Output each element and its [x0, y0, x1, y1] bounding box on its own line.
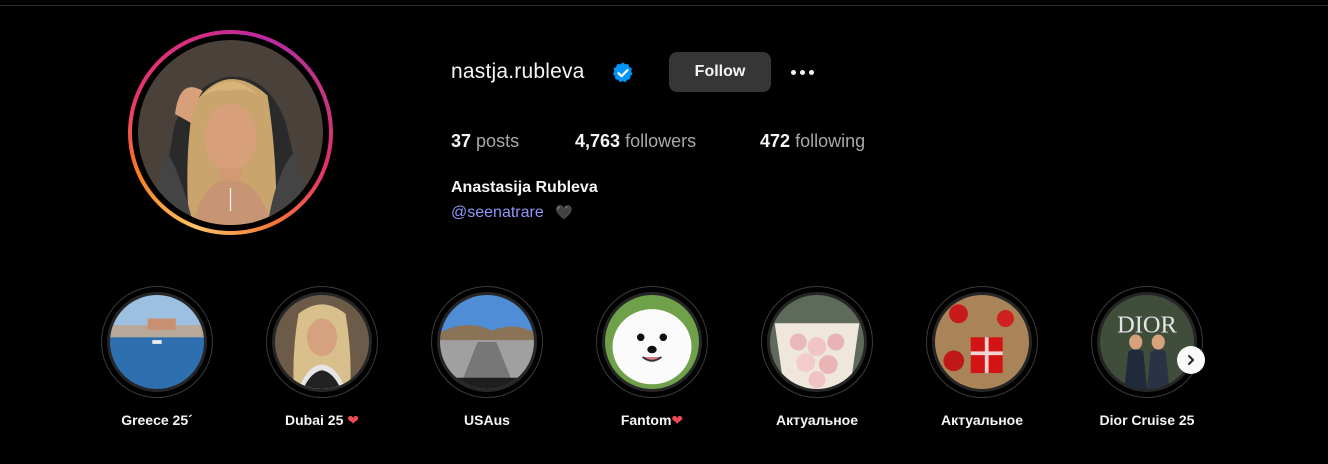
- highlight-label: Dubai 25 ❤: [285, 412, 359, 428]
- highlight-cover: [926, 286, 1038, 398]
- highlight-label: Fantom❤: [620, 412, 684, 428]
- highlight-label: Актуальное: [775, 412, 858, 428]
- full-name: Anastasija Rubleva: [451, 179, 598, 196]
- top-divider: [0, 5, 1328, 6]
- dior-logo-text: DIOR: [1117, 312, 1177, 339]
- highlight-cover: [266, 286, 378, 398]
- highlight-cover: [431, 286, 543, 398]
- verified-badge-icon: [612, 62, 633, 83]
- followers-label: followers: [625, 131, 697, 151]
- highlight-label: Актуальное: [940, 412, 1023, 428]
- highlight-item[interactable]: Актуальное: [725, 286, 875, 436]
- profile-avatar[interactable]: [128, 30, 333, 235]
- posts-label: posts: [476, 131, 520, 151]
- following-stat[interactable]: 472 following: [760, 131, 865, 152]
- highlight-label: Greece 25´: [121, 412, 193, 428]
- highlight-cover: [596, 286, 708, 398]
- avatar-image: [138, 40, 323, 225]
- highlight-cover: [761, 286, 873, 398]
- highlight-item[interactable]: Dubai 25 ❤: [230, 286, 380, 436]
- highlight-label: USAus: [464, 412, 510, 428]
- chevron-right-icon[interactable]: [1177, 346, 1205, 374]
- posts-stat: 37 posts: [451, 131, 519, 152]
- highlight-label: Dior Cruise 25: [1099, 412, 1195, 428]
- highlight-item[interactable]: USAus: [395, 286, 545, 436]
- more-options-icon[interactable]: [786, 60, 818, 84]
- highlight-item[interactable]: Greece 25´: [65, 286, 215, 436]
- following-count: 472: [760, 131, 791, 151]
- following-label: following: [795, 131, 866, 151]
- username: nastja.rubleva: [451, 60, 585, 83]
- follow-button[interactable]: Follow: [669, 52, 771, 92]
- followers-count: 4,763: [575, 131, 621, 151]
- highlight-cover: [101, 286, 213, 398]
- bio-handle-link[interactable]: @seenatrare: [451, 204, 544, 222]
- bio-heart-emoji: 🖤: [555, 204, 573, 220]
- avatar-photo: [138, 40, 323, 225]
- posts-count: 37: [451, 131, 472, 151]
- highlight-item[interactable]: Fantom❤: [560, 286, 710, 436]
- highlight-item[interactable]: Актуальное: [890, 286, 1040, 436]
- followers-stat[interactable]: 4,763 followers: [575, 131, 696, 152]
- highlight-cover: DIOR: [1091, 286, 1203, 398]
